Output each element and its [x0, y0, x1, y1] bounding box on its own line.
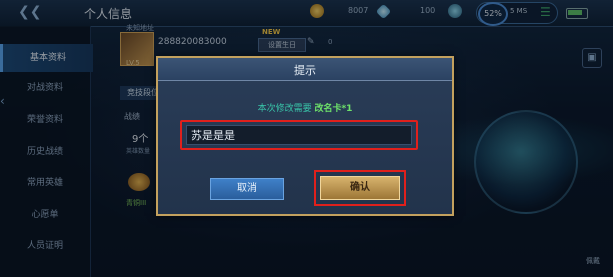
dialog-title: 提示	[294, 64, 316, 77]
highlight-box-confirm: 确认	[314, 170, 406, 206]
rename-card-requirement: 改名卡*1	[314, 104, 353, 114]
rename-dialog: 提示 本次修改需要 改名卡*1 取消 确认	[156, 56, 454, 216]
cancel-button[interactable]: 取消	[210, 178, 284, 200]
highlight-box-input	[180, 120, 418, 150]
dialog-message-prefix: 本次修改需要	[257, 104, 312, 114]
confirm-button[interactable]: 确认	[320, 176, 400, 200]
dialog-message: 本次修改需要 改名卡*1	[158, 101, 452, 114]
name-input[interactable]	[186, 125, 412, 145]
